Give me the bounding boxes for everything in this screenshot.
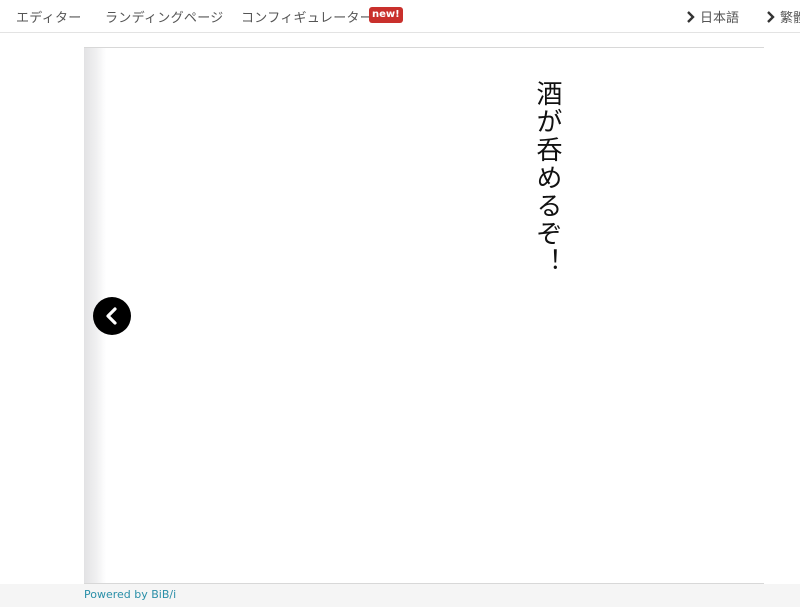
page-text: 酒が呑めるぞ！ bbox=[532, 80, 562, 276]
powered-by-link[interactable]: Powered by BiB/i bbox=[84, 588, 176, 601]
language-label-traditional-chinese: 繁體 bbox=[780, 11, 800, 26]
language-link-traditional-chinese[interactable]: 繁體 bbox=[766, 7, 800, 26]
nav-item-configurator[interactable]: コンフィギュレーター bbox=[241, 7, 373, 26]
chevron-right-icon bbox=[767, 11, 775, 23]
language-link-japanese[interactable]: 日本語 bbox=[686, 7, 739, 26]
prev-page-button[interactable] bbox=[93, 297, 131, 335]
chevron-left-icon bbox=[106, 307, 117, 325]
nav-item-landing-page[interactable]: ランディングページ bbox=[105, 7, 224, 26]
chevron-right-icon bbox=[687, 11, 695, 23]
nav-item-editor[interactable]: エディター bbox=[16, 7, 82, 26]
language-label-japanese: 日本語 bbox=[700, 11, 740, 26]
top-navigation: エディター ランディングページ コンフィギュレーター new! 日本語 繁體 bbox=[0, 0, 800, 33]
new-badge: new! bbox=[369, 7, 403, 23]
book-viewer[interactable]: 酒が呑めるぞ！ bbox=[84, 47, 764, 584]
